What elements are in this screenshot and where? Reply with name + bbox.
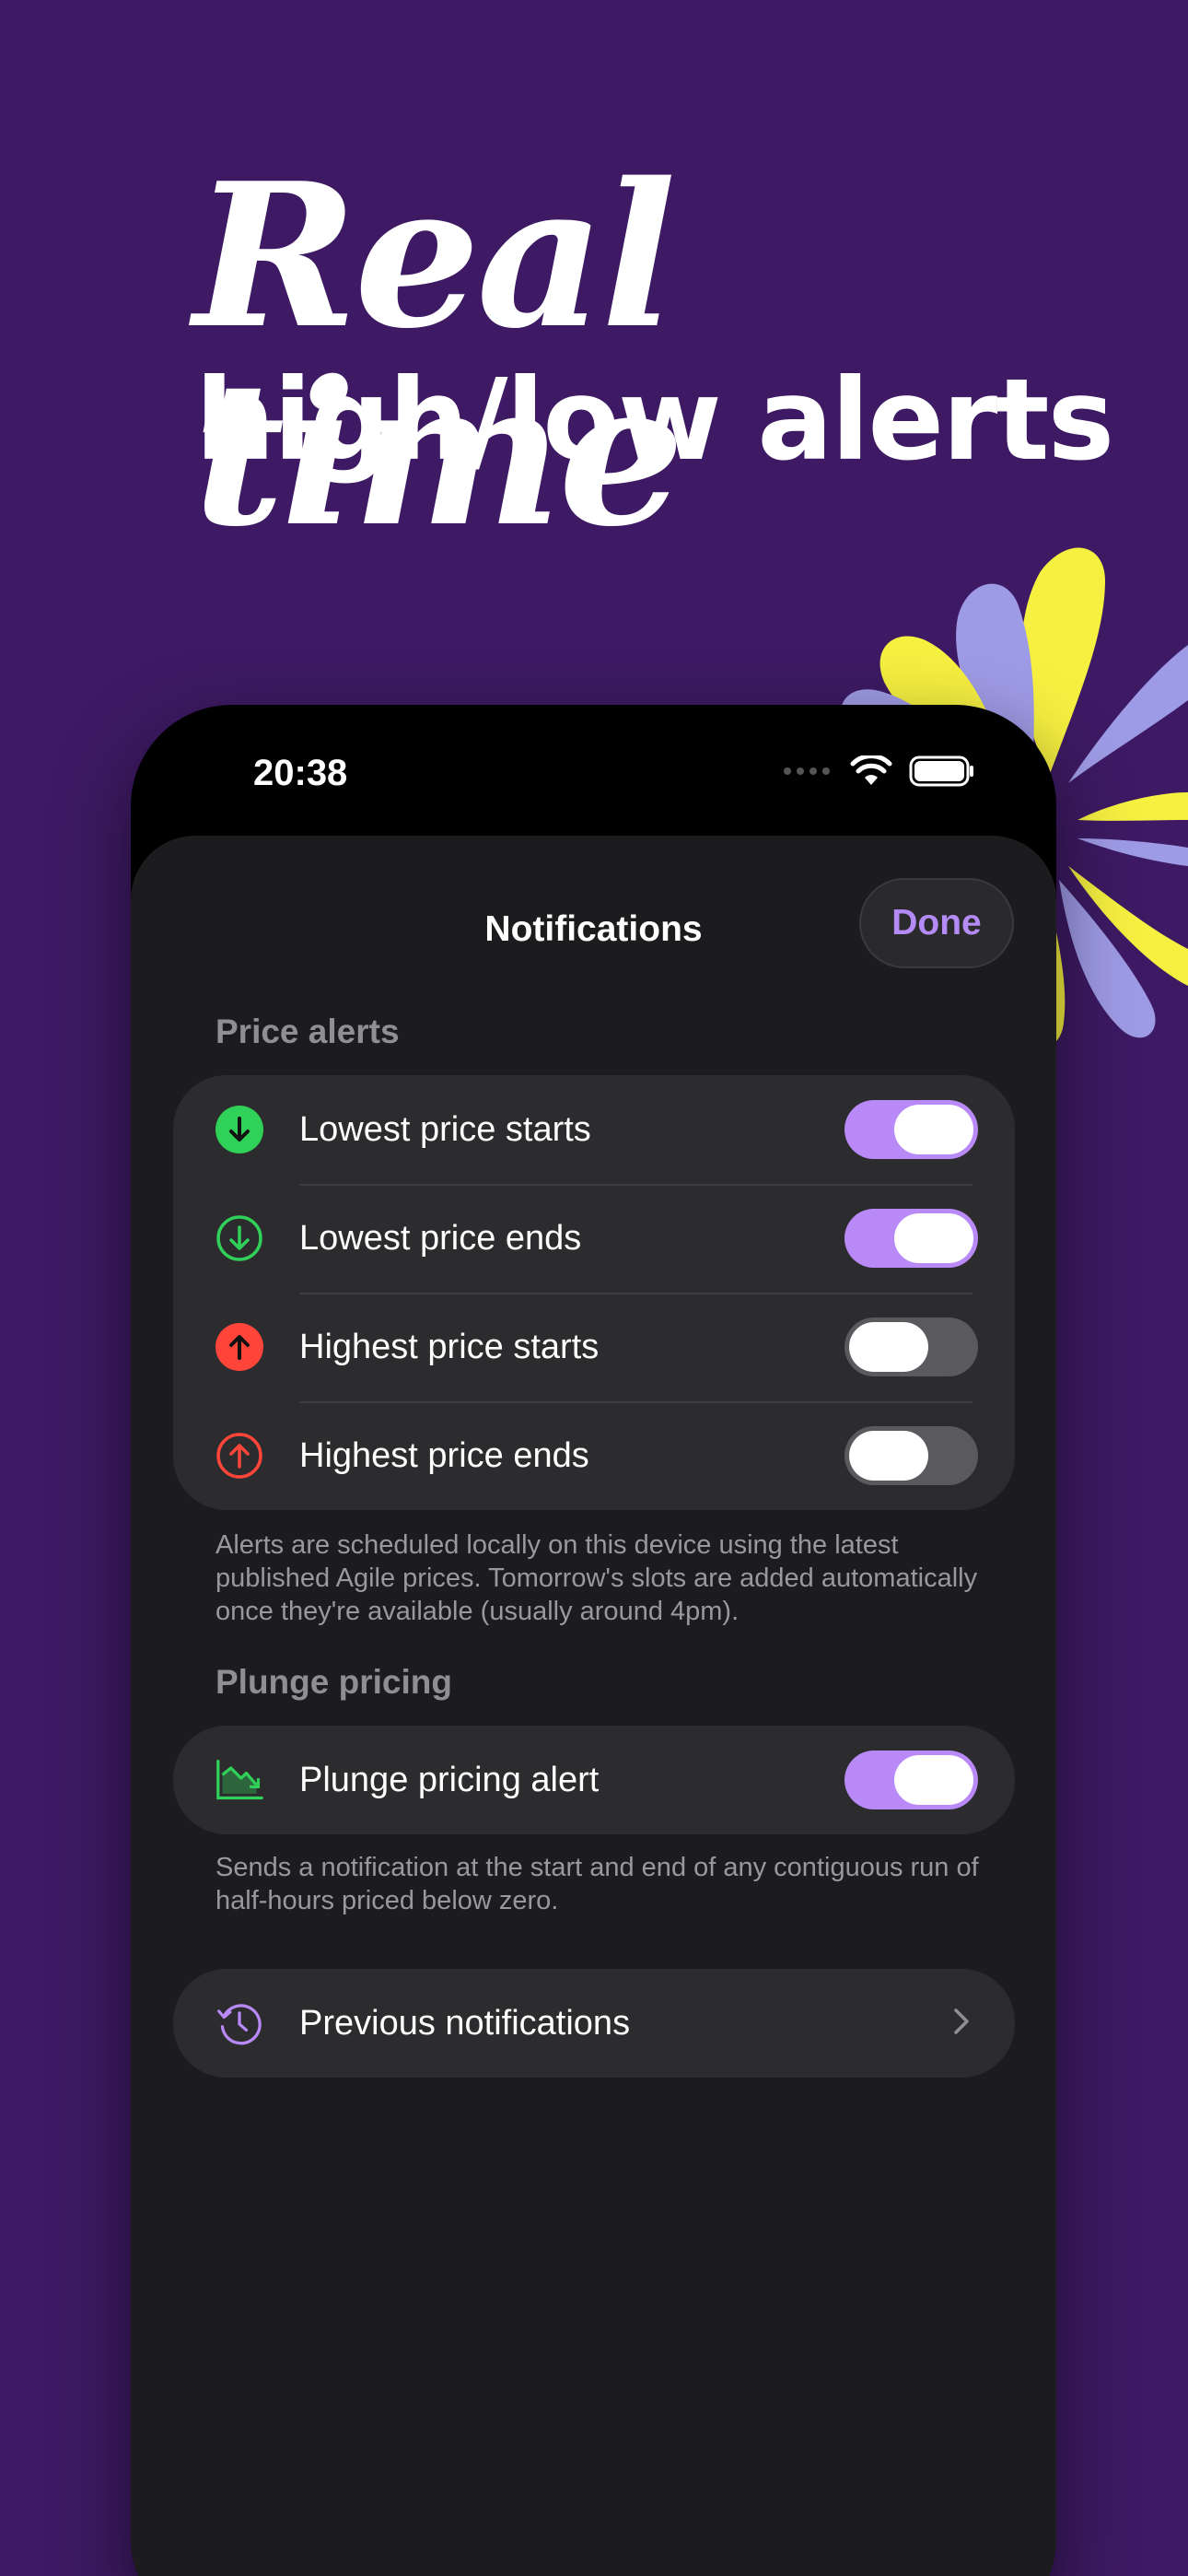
- wifi-icon: [850, 755, 892, 785]
- list-item-lowest-price-starts: Lowest price starts: [173, 1075, 1015, 1184]
- list-item-lowest-price-ends: Lowest price ends: [173, 1184, 1015, 1293]
- highest-price-ends-toggle[interactable]: [844, 1426, 978, 1485]
- row-label: Highest price ends: [299, 1435, 589, 1475]
- list-item-highest-price-starts: Highest price starts: [173, 1293, 1015, 1401]
- history-clock-icon: [215, 1999, 263, 2047]
- done-button[interactable]: Done: [859, 878, 1014, 968]
- lowest-price-ends-toggle[interactable]: [844, 1209, 978, 1268]
- price-alerts-group: Lowest price starts Lowest price ends Hi…: [173, 1075, 1015, 1510]
- row-label: Lowest price ends: [299, 1218, 582, 1258]
- list-item-plunge-pricing-alert: Plunge pricing alert: [173, 1726, 1015, 1834]
- previous-notifications-row[interactable]: Previous notifications: [173, 1969, 1015, 2078]
- battery-icon: [909, 755, 973, 787]
- signal-icon: [784, 767, 830, 775]
- previous-notifications-group: Previous notifications: [173, 1969, 1015, 2078]
- status-icons: [782, 755, 975, 787]
- phone-frame: 20:38 Notifications Done Price alerts Lo…: [131, 705, 1056, 2576]
- lowest-price-starts-toggle[interactable]: [844, 1100, 978, 1159]
- plunge-pricing-header: Plunge pricing: [215, 1663, 452, 1701]
- price-alerts-header: Price alerts: [215, 1013, 400, 1050]
- plunge-pricing-group: Plunge pricing alert: [173, 1726, 1015, 1834]
- arrow-up-filled-circle-icon: [215, 1323, 263, 1371]
- row-label: Lowest price starts: [299, 1109, 591, 1149]
- arrow-down-filled-circle-icon: [215, 1106, 263, 1153]
- plunge-pricing-footer: Sends a notification at the start and en…: [215, 1853, 979, 1915]
- chevron-right-icon: [952, 2007, 971, 2041]
- status-time: 20:38: [253, 753, 348, 793]
- row-label: Previous notifications: [299, 2003, 631, 2043]
- price-alerts-footer: Alerts are scheduled locally on this dev…: [215, 1530, 978, 1626]
- notifications-sheet: Notifications Done Price alerts Lowest p…: [131, 836, 1056, 2576]
- row-label: Plunge pricing alert: [299, 1760, 600, 1799]
- headline-subtitle: high/low alerts: [195, 355, 1114, 486]
- list-item-highest-price-ends: Highest price ends: [173, 1401, 1015, 1510]
- chart-down-icon: [215, 1756, 263, 1804]
- arrow-down-outline-circle-icon: [215, 1214, 263, 1262]
- row-label: Highest price starts: [299, 1327, 600, 1366]
- highest-price-starts-toggle[interactable]: [844, 1317, 978, 1376]
- arrow-up-outline-circle-icon: [215, 1432, 263, 1480]
- plunge-pricing-alert-toggle[interactable]: [844, 1751, 978, 1809]
